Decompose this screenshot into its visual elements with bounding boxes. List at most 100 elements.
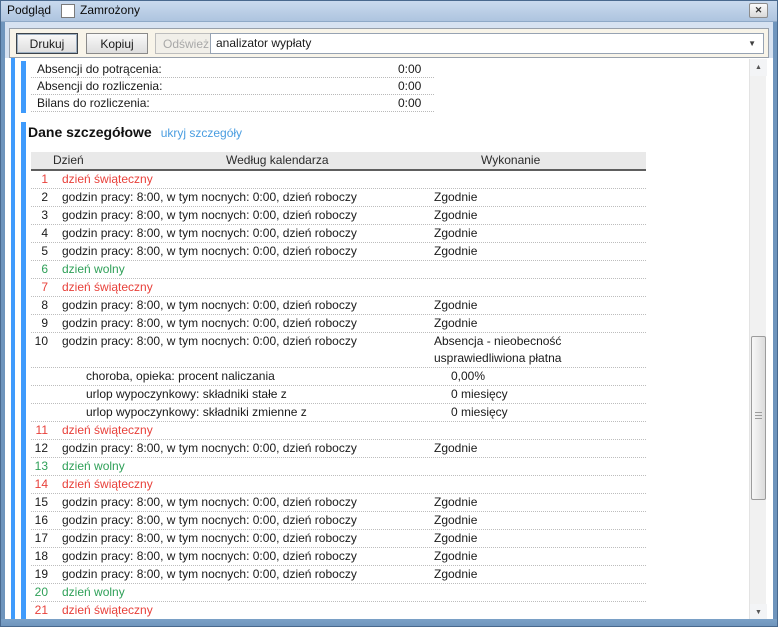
- accent-bar-details: [21, 122, 26, 621]
- table-row: 20dzień wolny: [31, 584, 646, 602]
- cell-calendar: godzin pracy: 8:00, w tym nocnych: 0:00,…: [62, 189, 431, 206]
- table-row: 9 godzin pracy: 8:00, w tym nocnych: 0:00…: [31, 315, 646, 333]
- table-row: 11 dzień świąteczny: [31, 422, 646, 440]
- scrollbar-track[interactable]: [750, 76, 767, 604]
- cell-day: [31, 368, 48, 385]
- accent-bar-summary: [21, 61, 26, 113]
- cell-execution: [434, 261, 646, 278]
- close-button[interactable]: ✕: [749, 3, 768, 18]
- cell-day: 6: [31, 261, 48, 278]
- cell-execution: Zgodnie: [434, 315, 646, 332]
- cell-execution: 0 miesięcy: [434, 404, 646, 421]
- hide-details-link[interactable]: ukryj szczegóły: [161, 126, 242, 140]
- cell-execution: [434, 171, 646, 188]
- summary-label: Absencji do potrącenia:: [31, 62, 162, 76]
- client-area: Drukuj Kopiuj Odśwież analizator wypłaty…: [5, 21, 775, 621]
- cell-execution: [434, 476, 646, 493]
- table-row: urlop wypoczynkowy: składniki stałe z0 m…: [31, 386, 646, 404]
- print-button[interactable]: Drukuj: [16, 33, 78, 54]
- cell-execution: [434, 458, 646, 475]
- cell-calendar: dzień świąteczny: [62, 279, 431, 296]
- column-header-day: Dzień: [53, 152, 84, 169]
- summary-label: Absencji do rozliczenia:: [31, 79, 162, 93]
- table-row: 4godzin pracy: 8:00, w tym nocnych: 0:00…: [31, 225, 646, 243]
- window-border-bottom: [1, 619, 777, 626]
- triangle-down-icon: ▼: [755, 609, 762, 616]
- table-row: 3 godzin pracy: 8:00, w tym nocnych: 0:00…: [31, 207, 646, 225]
- summary-value: 0:00: [398, 61, 421, 77]
- cell-day: 10: [31, 333, 48, 367]
- cell-calendar: godzin pracy: 8:00, w tym nocnych: 0:00,…: [62, 530, 431, 547]
- cell-calendar: godzin pracy: 8:00, w tym nocnych: 0:00,…: [62, 207, 431, 224]
- scrollbar-thumb[interactable]: [751, 336, 766, 500]
- summary-value: 0:00: [398, 95, 421, 111]
- cell-calendar: dzień świąteczny: [62, 602, 431, 619]
- summary-label: Bilans do rozliczenia:: [31, 96, 150, 110]
- cell-day: 9: [31, 315, 48, 332]
- scrollbar-grip-icon: [755, 412, 762, 420]
- report-selector[interactable]: analizator wypłaty ▼: [210, 33, 764, 54]
- table-row: 2 godzin pracy: 8:00, w tym nocnych: 0:00…: [31, 189, 646, 207]
- frozen-checkbox[interactable]: [61, 4, 75, 18]
- refresh-button: Odśwież: [155, 33, 217, 54]
- cell-execution: Zgodnie: [434, 225, 646, 242]
- table-row: choroba, opieka: procent naliczania0,00%: [31, 368, 646, 386]
- cell-calendar: godzin pracy: 8:00, w tym nocnych: 0:00,…: [62, 315, 431, 332]
- cell-day: 14: [31, 476, 48, 493]
- table-row: 13 dzień wolny: [31, 458, 646, 476]
- cell-execution: [434, 602, 646, 619]
- cell-execution: Zgodnie: [434, 494, 646, 511]
- scroll-up-button[interactable]: ▲: [750, 59, 767, 76]
- cell-day: 13: [31, 458, 48, 475]
- cell-execution: Zgodnie: [434, 548, 646, 565]
- cell-execution: Zgodnie: [434, 530, 646, 547]
- table-row: 7 dzień świąteczny: [31, 279, 646, 297]
- window-border-right: [773, 21, 777, 626]
- column-header-calendar: Według kalendarza: [226, 152, 329, 169]
- cell-calendar: godzin pracy: 8:00, w tym nocnych: 0:00,…: [62, 494, 431, 511]
- cell-calendar: godzin pracy: 8:00, w tym nocnych: 0:00,…: [62, 566, 431, 583]
- cell-day: 3: [31, 207, 48, 224]
- vertical-scrollbar[interactable]: ▲ ▼: [749, 59, 766, 621]
- cell-day: 19: [31, 566, 48, 583]
- cell-day: 7: [31, 279, 48, 296]
- triangle-up-icon: ▲: [755, 64, 762, 71]
- table-row: 8godzin pracy: 8:00, w tym nocnych: 0:00…: [31, 297, 646, 315]
- summary-value: 0:00: [398, 78, 421, 94]
- copy-button[interactable]: Kopiuj: [86, 33, 148, 54]
- cell-execution: Zgodnie: [434, 566, 646, 583]
- cell-day: 2: [31, 189, 48, 206]
- cell-execution: Zgodnie: [434, 189, 646, 206]
- table-row: 18godzin pracy: 8:00, w tym nocnych: 0:0…: [31, 548, 646, 566]
- table-row: 21dzień świąteczny: [31, 602, 646, 620]
- table-row: 19 godzin pracy: 8:00, w tym nocnych: 0:0…: [31, 566, 646, 584]
- cell-calendar: dzień wolny: [62, 261, 431, 278]
- cell-day: 4: [31, 225, 48, 242]
- window-border-left: [1, 21, 5, 626]
- accent-bar-outer: [11, 58, 15, 621]
- preview-window: Podgląd Zamrożony ✕ Drukuj Kopiuj Odświe…: [0, 0, 778, 627]
- cell-execution: 0 miesięcy: [434, 386, 646, 403]
- cell-execution: Absencja - nieobecność usprawiedliwiona …: [434, 333, 646, 367]
- cell-execution: 0,00%: [434, 368, 646, 385]
- cell-execution: [434, 279, 646, 296]
- window-title: Podgląd: [7, 1, 51, 20]
- cell-calendar: dzień wolny: [62, 458, 431, 475]
- table-row: 14dzień świąteczny: [31, 476, 646, 494]
- table-row: 10godzin pracy: 8:00, w tym nocnych: 0:0…: [31, 333, 646, 368]
- cell-day: [31, 386, 48, 403]
- cell-calendar: urlop wypoczynkowy: składniki zmienne z: [62, 404, 431, 421]
- cell-day: 11: [31, 422, 48, 439]
- cell-execution: Zgodnie: [434, 297, 646, 314]
- cell-calendar: dzień świąteczny: [62, 422, 431, 439]
- cell-calendar: godzin pracy: 8:00, w tym nocnych: 0:00,…: [62, 243, 431, 260]
- cell-calendar: urlop wypoczynkowy: składniki stałe z: [62, 386, 431, 403]
- details-title: Dane szczegółowe: [28, 124, 152, 140]
- cell-calendar: godzin pracy: 8:00, w tym nocnych: 0:00,…: [62, 548, 431, 565]
- titlebar: Podgląd Zamrożony ✕: [1, 1, 777, 22]
- cell-day: 16: [31, 512, 48, 529]
- report-selector-value: analizator wypłaty: [216, 36, 311, 50]
- cell-calendar: godzin pracy: 8:00, w tym nocnych: 0:00,…: [62, 297, 431, 314]
- table-row: 12godzin pracy: 8:00, w tym nocnych: 0:0…: [31, 440, 646, 458]
- cell-calendar: dzień świąteczny: [62, 171, 431, 188]
